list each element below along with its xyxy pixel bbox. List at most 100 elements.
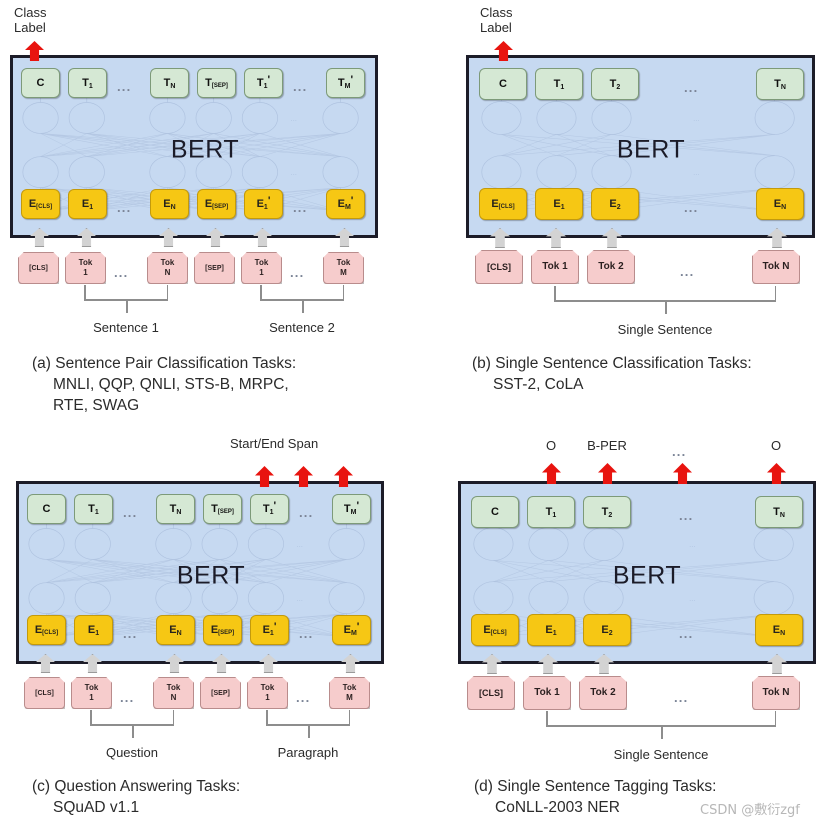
output-token-c-3: TN <box>156 494 195 524</box>
input-token-a-3: Tok N <box>147 252 188 284</box>
embedding-b-1: E1 <box>535 188 583 220</box>
svg-text:...: ... <box>689 540 696 549</box>
bert-model-label-b: BERT <box>616 135 686 164</box>
bert-model-label-c: BERT <box>176 561 246 590</box>
output-ellipsis-c-left: ... <box>123 505 138 520</box>
embedding-c-0: E [CLS] <box>27 615 66 645</box>
output-token-a-7: T M ' <box>326 68 365 98</box>
embedding-b-0: E [CLS] <box>479 188 527 220</box>
embedding-c-5: E 1 ' <box>250 615 289 645</box>
output-token-c-4: T [SEP] <box>203 494 242 524</box>
output-label-class-label-b: Class Label <box>480 5 513 35</box>
embedding-c-7: E M ' <box>332 615 371 645</box>
input-token-a-7: Tok M <box>323 252 364 284</box>
class-label-line1: Class <box>14 5 47 20</box>
output-token-c-7: T M ' <box>332 494 371 524</box>
output-ellipsis-b: ... <box>684 80 699 95</box>
caption-d-line2: CoNLL-2003 NER <box>495 798 620 816</box>
output-token-c-5: T 1 ' <box>250 494 289 524</box>
input-token-a-1: Tok 1 <box>65 252 106 284</box>
bert-encoder-block-d: ...... BERT C T1 T2 ... TN E [CLS] E1 E2 … <box>458 481 816 664</box>
caption-a-line1: (a) Sentence Pair Classification Tasks: <box>32 355 297 372</box>
bracket-paragraph <box>266 710 350 740</box>
embedding-c-1: E1 <box>74 615 113 645</box>
input-ellipsis-c-left: ... <box>120 690 135 705</box>
class-label-line2: Label <box>14 19 46 35</box>
output-token-c-0: C <box>27 494 66 524</box>
input-token-c-0: [CLS] <box>24 677 65 709</box>
caption-d-line1: (d) Single Sentence Tagging Tasks: <box>474 778 717 795</box>
input-token-d-2: Tok 2 <box>579 676 627 710</box>
embedding-b-4: EN <box>756 188 804 220</box>
group-label-sentence-1: Sentence 1 <box>93 320 159 335</box>
input-token-d-1: Tok 1 <box>523 676 571 710</box>
embedding-c-4: E [SEP] <box>203 615 242 645</box>
embedding-a-3: EN <box>150 189 189 219</box>
embedding-ellipsis-a-right: ... <box>293 200 308 215</box>
group-label-paragraph: Paragraph <box>277 745 339 760</box>
caption-a-line3: RTE, SWAG <box>53 396 140 414</box>
bert-encoder-block-c: ...... BERT C T1 ... TN T [SEP] T 1 ' ... T… <box>16 481 384 664</box>
input-token-c-3: Tok N <box>153 677 194 709</box>
embedding-ellipsis-b: ... <box>684 200 699 215</box>
output-label-class-label: Class Label <box>14 5 47 35</box>
input-token-c-7: Tok M <box>329 677 370 709</box>
input-token-d-0: [CLS] <box>467 676 515 710</box>
embedding-ellipsis-c-left: ... <box>123 626 138 641</box>
output-ellipsis-d: ... <box>679 508 694 523</box>
output-token-a-1: T1 <box>68 68 107 98</box>
caption-panel-d: (d) Single Sentence Tagging Tasks: CoNLL… <box>474 777 716 819</box>
csdn-watermark: CSDN @敷衍zgf <box>700 803 800 818</box>
caption-panel-c: (c) Question Answering Tasks: SQuAD v1.1 <box>32 777 240 819</box>
input-token-c-4: [SEP] <box>200 677 241 709</box>
group-label-single-sentence-d: Single Sentence <box>613 747 709 762</box>
bert-model-label-d: BERT <box>612 561 682 590</box>
input-token-a-5: Tok 1 <box>241 252 282 284</box>
output-ellipsis-c-right: ... <box>299 505 314 520</box>
output-token-d-2: T2 <box>583 496 631 528</box>
embedding-a-4: E [SEP] <box>197 189 236 219</box>
embedding-c-3: EN <box>156 615 195 645</box>
panel-single-sentence-tagging: O B-PER ... O ... ... BERT C T 1 T 2 ...… <box>414 411 828 822</box>
embedding-a-1: E1 <box>68 189 107 219</box>
bert-model-label: BERT <box>170 135 240 164</box>
tag-label-d-0: O <box>545 438 557 453</box>
bracket-question <box>90 710 174 740</box>
output-token-d-1: T1 <box>527 496 575 528</box>
output-token-a-4: T [SEP] <box>197 68 236 98</box>
svg-text:...: ... <box>296 540 303 549</box>
embedding-a-0: E [CLS] <box>21 189 60 219</box>
input-token-c-5: Tok 1 <box>247 677 288 709</box>
input-token-b-3: Tok N <box>752 250 800 284</box>
group-label-question: Question <box>105 745 159 760</box>
output-token-b-2: T2 <box>591 68 639 100</box>
svg-text:...: ... <box>290 168 297 177</box>
panel-question-answering: Start/End Span ... ... BERT C T 1 ... T … <box>0 411 414 822</box>
input-ellipsis-b: ... <box>680 264 695 279</box>
output-token-a-0-text: C <box>36 76 45 89</box>
bracket-single-sentence-d <box>546 711 776 743</box>
output-token-b-4: TN <box>756 68 804 100</box>
bracket-single-sentence-b <box>554 286 776 318</box>
input-ellipsis-c-right: ... <box>296 690 311 705</box>
input-token-b-1: Tok 1 <box>531 250 579 284</box>
group-label-single-sentence-b: Single Sentence <box>617 322 713 337</box>
embedding-ellipsis-d: ... <box>679 626 694 641</box>
tag-label-d-1: B-PER <box>587 438 627 453</box>
input-token-c-1: Tok 1 <box>71 677 112 709</box>
input-token-b-2: Tok 2 <box>587 250 635 284</box>
tag-label-ellipsis-d: ... <box>672 444 687 459</box>
input-token-d-3: Tok N <box>752 676 800 710</box>
input-ellipsis-a-right: ... <box>290 265 305 280</box>
bert-encoder-block-b: ...... BERT C T1 T2 ... TN E [CLS] E1 E2 … <box>466 55 815 238</box>
caption-panel-b: (b) Single Sentence Classification Tasks… <box>472 354 752 396</box>
output-token-d-4: TN <box>755 496 803 528</box>
input-token-a-0: [CLS] <box>18 252 59 284</box>
output-token-b-1: T1 <box>535 68 583 100</box>
output-label-start-end-span: Start/End Span <box>230 436 319 451</box>
input-token-b-0: [CLS] <box>475 250 523 284</box>
embedding-b-2: E2 <box>591 188 639 220</box>
output-token-d-0: C <box>471 496 519 528</box>
input-token-a-4: [SEP] <box>194 252 235 284</box>
svg-text:...: ... <box>689 594 696 603</box>
